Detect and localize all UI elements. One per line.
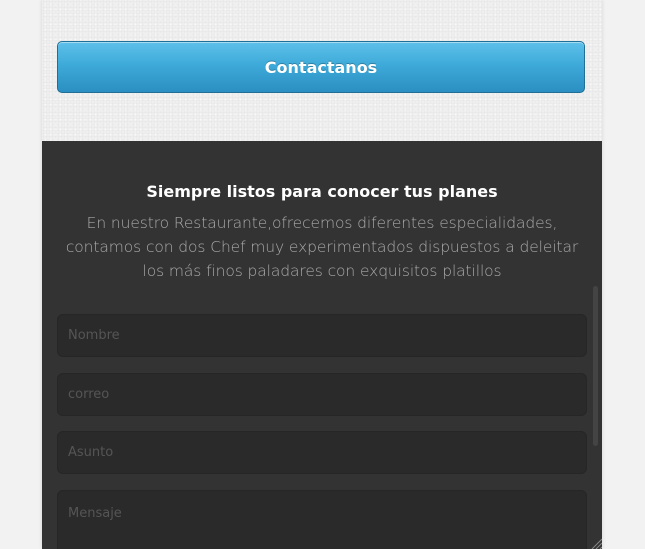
nombre-input[interactable] [57, 314, 587, 357]
resize-grip-icon[interactable] [590, 537, 602, 549]
contact-section: Siempre listos para conocer tus planes E… [42, 141, 602, 549]
content-column: Contactanos Siempre listos para conocer … [42, 0, 602, 549]
mensaje-textarea[interactable] [57, 490, 587, 549]
section-title: Siempre listos para conocer tus planes [146, 182, 498, 201]
contactanos-button[interactable]: Contactanos [57, 41, 585, 93]
section-description: En nuestro Restaurante,ofrecemos diferen… [65, 214, 579, 280]
top-band: Contactanos [42, 0, 602, 141]
correo-input[interactable] [57, 373, 587, 416]
page: Contactanos Siempre listos para conocer … [0, 0, 645, 549]
scrollbar[interactable] [593, 286, 598, 446]
asunto-input[interactable] [57, 431, 587, 474]
